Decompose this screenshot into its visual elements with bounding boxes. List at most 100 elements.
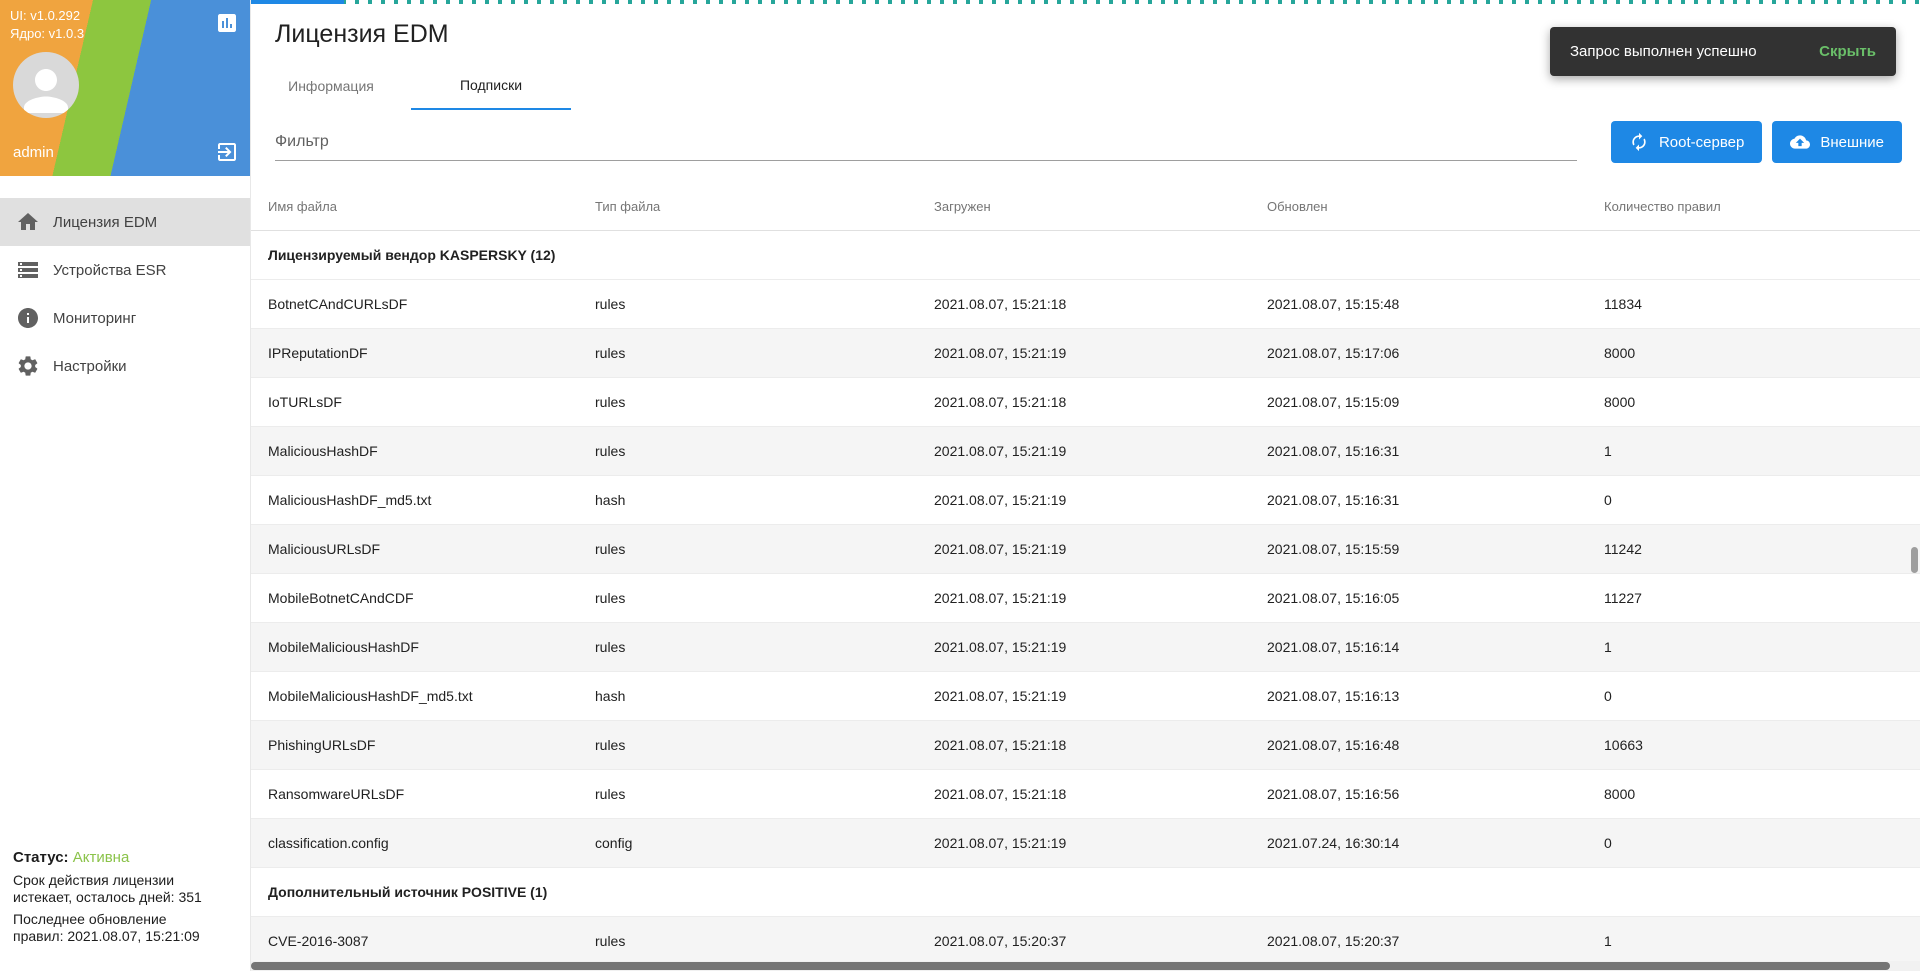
table-row[interactable]: MaliciousHashDF_md5.txthash2021.08.07, 1… — [251, 476, 1920, 525]
vertical-scrollbar[interactable] — [1911, 547, 1918, 573]
status-badge: Активна — [73, 849, 130, 866]
group-title: Дополнительный источник POSITIVE (1) — [251, 884, 1920, 900]
table-row[interactable]: BotnetCAndCURLsDFrules2021.08.07, 15:21:… — [251, 280, 1920, 329]
sidebar-item-monitoring[interactable]: Мониторинг — [0, 294, 250, 342]
cell-filetype: hash — [595, 492, 934, 508]
table-row[interactable]: MobileMaliciousHashDF_md5.txthash 2021.08… — [251, 672, 1920, 721]
cell-uploaded: 2021.08.07, 15:21:19 — [934, 835, 1267, 851]
monitoring-icon — [16, 306, 40, 330]
cell-updated: 2021.08.07, 15:15:48 — [1267, 296, 1604, 312]
cell-uploaded: 2021.08.07, 15:21:18 — [934, 737, 1267, 753]
horizontal-scrollbar-track — [251, 961, 1920, 971]
cell-updated: 2021.08.07, 15:16:13 — [1267, 688, 1604, 704]
sidebar-item-label: Мониторинг — [53, 310, 136, 327]
last-update-text: Последнее обновление правил: 2021.08.07,… — [13, 911, 238, 945]
cell-rules-count: 10663 — [1604, 737, 1920, 753]
cloud-icon — [1790, 132, 1810, 152]
status-label: Статус: — [13, 849, 69, 866]
tab-information[interactable]: Информация — [251, 62, 411, 110]
cell-filename: MaliciousHashDF_md5.txt — [251, 492, 595, 508]
table-row[interactable]: MobileBotnetCAndCDFrules2021.08.07, 15:2… — [251, 574, 1920, 623]
sidebar-item-devices-esr[interactable]: Устройства ESR — [0, 246, 250, 294]
cell-rules-count: 11242 — [1604, 541, 1920, 557]
cell-filetype: config — [595, 835, 934, 851]
cell-filename: IPReputationDF — [251, 345, 595, 361]
cell-uploaded: 2021.08.07, 15:21:19 — [934, 639, 1267, 655]
cell-filename: MobileMaliciousHashDF — [251, 639, 595, 655]
cell-filetype: rules — [595, 296, 934, 312]
table-header: Имя файла Тип файла Загружен Обновлен Ко… — [251, 182, 1920, 231]
cell-filetype: rules — [595, 590, 934, 606]
sidebar-item-label: Настройки — [53, 358, 127, 375]
table-row[interactable]: RansomwareURLsDFrules2021.08.07, 15:21:1… — [251, 770, 1920, 819]
cell-rules-count: 8000 — [1604, 345, 1920, 361]
group-title: Лицензируемый вендор KASPERSKY (12) — [251, 247, 1920, 263]
cell-updated: 2021.08.07, 15:17:06 — [1267, 345, 1604, 361]
cell-uploaded: 2021.08.07, 15:20:37 — [934, 933, 1267, 949]
table-row[interactable]: MaliciousHashDFrules2021.08.07, 15:21:19… — [251, 427, 1920, 476]
external-button[interactable]: Внешние — [1772, 121, 1902, 163]
toast-notification: Запрос выполнен успешно Скрыть — [1550, 27, 1896, 76]
sidebar-item-settings[interactable]: Настройки — [0, 342, 250, 390]
cell-uploaded: 2021.08.07, 15:21:19 — [934, 443, 1267, 459]
cell-rules-count: 8000 — [1604, 394, 1920, 410]
cell-updated: 2021.08.07, 15:16:31 — [1267, 443, 1604, 459]
sidebar-nav: Лицензия EDM Устройства ESR Мониторинг Н… — [0, 176, 250, 390]
cell-uploaded: 2021.08.07, 15:21:18 — [934, 786, 1267, 802]
license-status-panel: Статус: Активна Срок действия лицензии и… — [0, 849, 250, 971]
column-header-uploaded: Загружен — [934, 199, 1267, 214]
sidebar-item-label: Устройства ESR — [53, 262, 166, 279]
cell-uploaded: 2021.08.07, 15:21:19 — [934, 492, 1267, 508]
table-row[interactable]: IoTURLsDFrules2021.08.07, 15:21:182021.0… — [251, 378, 1920, 427]
cell-uploaded: 2021.08.07, 15:21:19 — [934, 590, 1267, 606]
person-icon — [13, 58, 79, 118]
filter-input[interactable] — [275, 123, 1577, 161]
column-header-filetype: Тип файла — [595, 199, 934, 214]
refresh-icon — [1629, 132, 1649, 152]
cell-filename: classification.config — [251, 835, 595, 851]
cell-updated: 2021.08.07, 15:20:37 — [1267, 933, 1604, 949]
cell-uploaded: 2021.08.07, 15:21:19 — [934, 541, 1267, 557]
table-row[interactable]: CVE-2016-3087rules2021.08.07, 15:20:3720… — [251, 917, 1920, 966]
table-row[interactable]: IPReputationDFrules2021.08.07, 15:21:192… — [251, 329, 1920, 378]
column-header-updated: Обновлен — [1267, 199, 1604, 214]
cell-filename: IoTURLsDF — [251, 394, 595, 410]
avatar — [13, 52, 79, 118]
root-server-button[interactable]: Root-сервер — [1611, 121, 1762, 163]
table-row[interactable]: PhishingURLsDFrules2021.08.07, 15:21:182… — [251, 721, 1920, 770]
subscriptions-table: Имя файла Тип файла Загружен Обновлен Ко… — [251, 182, 1920, 966]
app-window: UI: v1.0.292 Ядро: v1.0.3 admin Л — [0, 0, 1920, 971]
cell-filetype: rules — [595, 443, 934, 459]
cell-updated: 2021.08.07, 15:15:09 — [1267, 394, 1604, 410]
cell-rules-count: 11834 — [1604, 296, 1920, 312]
version-info: UI: v1.0.292 Ядро: v1.0.3 — [10, 7, 84, 43]
cell-rules-count: 11227 — [1604, 590, 1920, 606]
logout-icon[interactable] — [215, 140, 239, 164]
tab-subscriptions[interactable]: Подписки — [411, 62, 571, 110]
cell-filetype: rules — [595, 933, 934, 949]
tab-label: Информация — [288, 78, 374, 94]
cell-updated: 2021.08.07, 15:16:05 — [1267, 590, 1604, 606]
tab-label: Подписки — [460, 77, 522, 93]
sidebar-item-license-edm[interactable]: Лицензия EDM — [0, 198, 250, 246]
cell-filename: MobileMaliciousHashDF_md5.txt — [251, 688, 595, 704]
table-row[interactable]: classification.configconfig2021.08.07, 1… — [251, 819, 1920, 868]
cell-filename: MaliciousURLsDF — [251, 541, 595, 557]
ui-version: UI: v1.0.292 — [10, 7, 84, 25]
table-row[interactable]: MobileMaliciousHashDFrules2021.08.07, 15… — [251, 623, 1920, 672]
button-label: Внешние — [1820, 134, 1884, 151]
cell-updated: 2021.08.07, 15:15:59 — [1267, 541, 1604, 557]
table-group-header: Лицензируемый вендор KASPERSKY (12) — [251, 231, 1920, 280]
cell-updated: 2021.08.07, 15:16:56 — [1267, 786, 1604, 802]
horizontal-scrollbar[interactable] — [251, 962, 1890, 970]
cell-rules-count: 1 — [1604, 443, 1920, 459]
cell-filetype: rules — [595, 786, 934, 802]
table-row[interactable]: MaliciousURLsDFrules2021.08.07, 15:21:19… — [251, 525, 1920, 574]
cell-uploaded: 2021.08.07, 15:21:19 — [934, 345, 1267, 361]
cell-uploaded: 2021.08.07, 15:21:18 — [934, 394, 1267, 410]
cell-filename: MobileBotnetCAndCDF — [251, 590, 595, 606]
cell-filetype: hash — [595, 688, 934, 704]
dashboard-icon[interactable] — [215, 11, 239, 35]
toast-hide-button[interactable]: Скрыть — [1819, 43, 1876, 60]
core-version: Ядро: v1.0.3 — [10, 25, 84, 43]
